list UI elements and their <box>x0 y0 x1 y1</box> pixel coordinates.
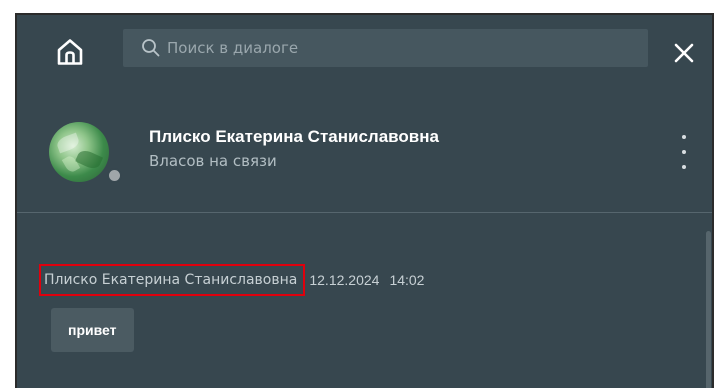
header-divider <box>17 212 712 213</box>
close-icon <box>674 43 694 63</box>
message-time: 14:02 <box>389 272 425 288</box>
message-sender: Плиско Екатерина Станиславовна <box>39 264 306 296</box>
more-vertical-icon-dot <box>682 150 686 154</box>
home-button[interactable] <box>53 35 87 69</box>
contact-status: Власов на связи <box>149 152 277 170</box>
avatar[interactable] <box>49 122 109 182</box>
more-options-button[interactable] <box>677 135 691 169</box>
more-vertical-icon-dot <box>682 165 686 169</box>
messages-scrollbar[interactable] <box>706 231 711 388</box>
message-date: 12.12.2024 <box>309 272 380 288</box>
search-icon <box>141 38 161 58</box>
close-button[interactable] <box>672 41 696 65</box>
message-bubble[interactable]: привет <box>51 308 134 352</box>
message-text: привет <box>68 322 117 338</box>
home-icon <box>57 39 83 65</box>
search-box[interactable] <box>123 29 648 67</box>
chat-window: Плиско Екатерина Станиславовна Власов на… <box>15 13 714 388</box>
contact-name: Плиско Екатерина Станиславовна <box>149 127 439 146</box>
more-vertical-icon-dot <box>682 135 686 139</box>
message-header: Плиско Екатерина Станиславовна 12.12.202… <box>39 264 424 296</box>
presence-indicator <box>107 168 122 183</box>
search-input[interactable] <box>167 39 637 57</box>
